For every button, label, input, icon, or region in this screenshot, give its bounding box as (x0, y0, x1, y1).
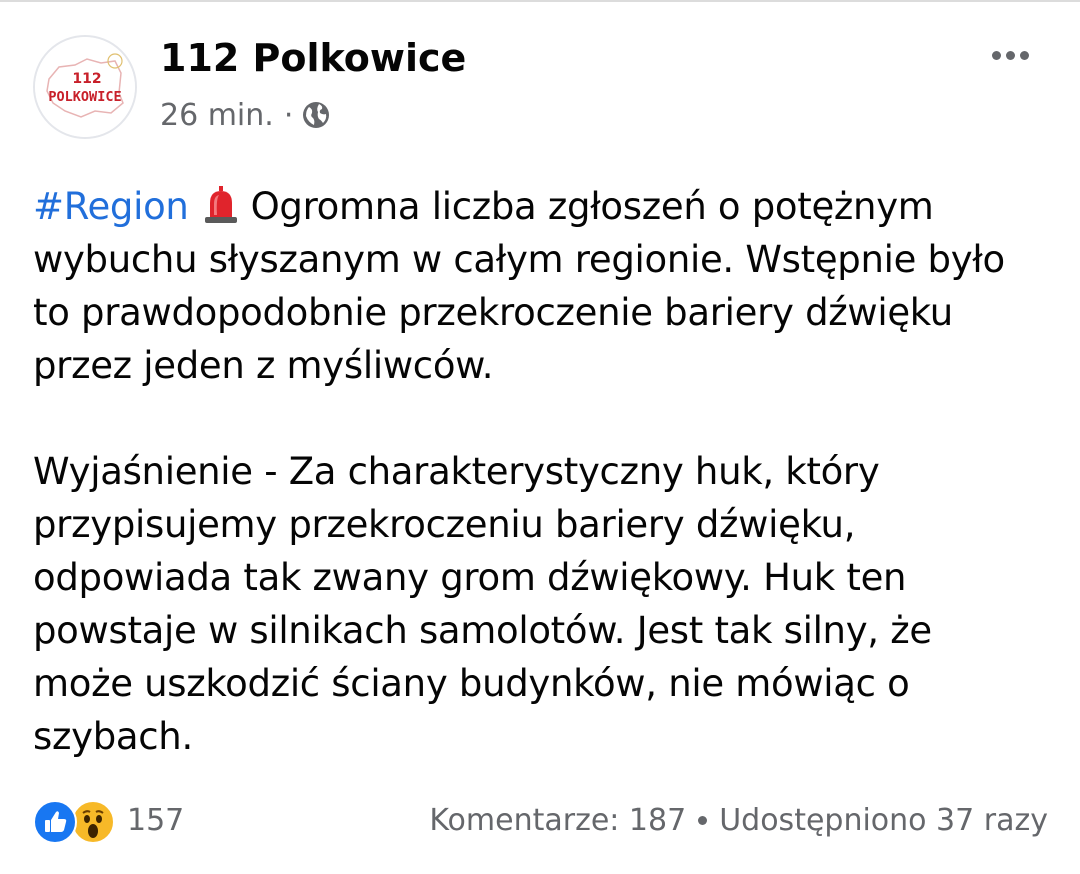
page-logo: 112 POLKOWICE (35, 37, 135, 137)
reactions-summary[interactable]: 157 (33, 797, 185, 844)
reaction-icons (33, 798, 119, 844)
hashtag-link[interactable]: #Region (33, 185, 189, 228)
more-options-button[interactable] (980, 38, 1040, 72)
post-text-line: Wyjaśnienie - Za charakterystyczny huk, … (33, 450, 880, 493)
post-text-line: powstaje w silnikach samolotów. Jest tak… (33, 609, 932, 652)
post-text-line: to prawdopodobnie przekroczenie bariery … (33, 291, 953, 334)
globe-icon (301, 100, 331, 130)
comments-count-link[interactable]: Komentarze: 187 (429, 803, 686, 838)
post-text-line: wybuchu słyszanym w całym regionie. Wstę… (33, 238, 1005, 281)
shares-count-link[interactable]: Udostępniono 37 razy (719, 803, 1048, 838)
wow-icon (71, 800, 115, 844)
avatar-number-text: 112 (72, 71, 101, 87)
post-line: #Region Ogromna liczba zgłoszeń o potężn… (33, 180, 1043, 233)
post-text-line: przypisujemy przekroczeniu bariery dźwię… (33, 503, 856, 546)
page-avatar[interactable]: 112 POLKOWICE (33, 35, 137, 139)
post-text-line: szybach. (33, 715, 193, 758)
police-siren-icon (201, 185, 241, 225)
post-text-line: Ogromna liczba zgłoszeń o potężnym (250, 185, 934, 228)
page-name[interactable]: 112 Polkowice (160, 36, 466, 80)
post-footer: 157 Komentarze: 187 Udostępniono 37 razy (33, 797, 1048, 844)
more-dot (1019, 50, 1029, 60)
more-dot (1005, 50, 1015, 60)
post-text-line: przez jeden z myśliwców. (33, 344, 494, 387)
post-text-line: może uszkodzić ściany budynków, nie mówi… (33, 662, 910, 705)
more-dots-icon (991, 50, 1001, 60)
post-meta: 26 min. · (160, 95, 331, 135)
like-icon (33, 800, 77, 844)
post-stats: Komentarze: 187 Udostępniono 37 razy (429, 797, 1048, 843)
stats-separator (698, 815, 708, 825)
post-time[interactable]: 26 min. (160, 98, 274, 133)
reaction-count: 157 (127, 802, 185, 838)
top-divider (0, 0, 1080, 2)
meta-separator: · (283, 97, 294, 133)
avatar-town-text: POLKOWICE (48, 89, 121, 105)
post-text-line: odpowiada tak zwany grom dźwiękowy. Huk … (33, 556, 907, 599)
post-body: #Region Ogromna liczba zgłoszeń o potężn… (33, 180, 1043, 763)
